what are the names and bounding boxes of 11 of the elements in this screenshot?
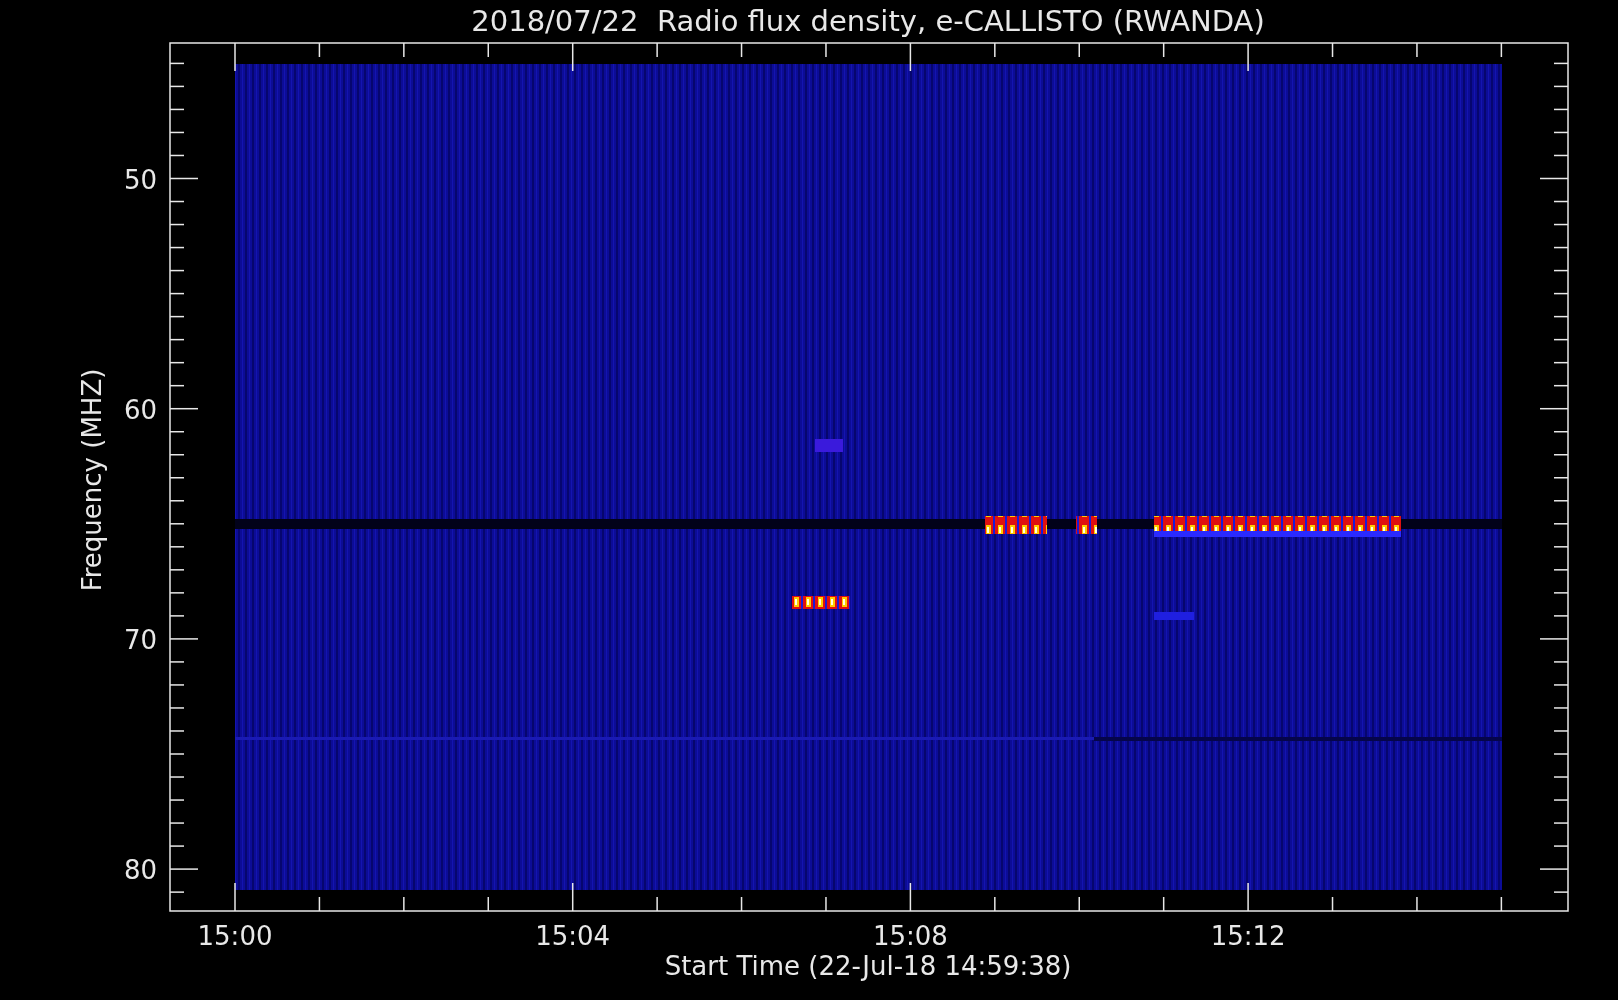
x-tick-label: 15:04: [535, 921, 611, 951]
chart-title: 2018/07/22 Radio flux density, e-CALLISTO (RWANDA): [471, 4, 1265, 38]
y-tick-label: 60: [123, 394, 157, 425]
y-tick-label: 50: [123, 164, 157, 195]
x-tick-label: 15:12: [1210, 921, 1286, 951]
y-axis-label: Frequency (MHZ): [77, 368, 107, 592]
y-tick-label: 80: [123, 855, 157, 886]
x-tick-label: 15:08: [872, 921, 948, 951]
x-tick-label: 15:00: [197, 921, 273, 951]
y-tick-label: 70: [123, 624, 157, 655]
x-axis-label: Start Time (22-Jul-18 14:59:38): [664, 951, 1072, 981]
